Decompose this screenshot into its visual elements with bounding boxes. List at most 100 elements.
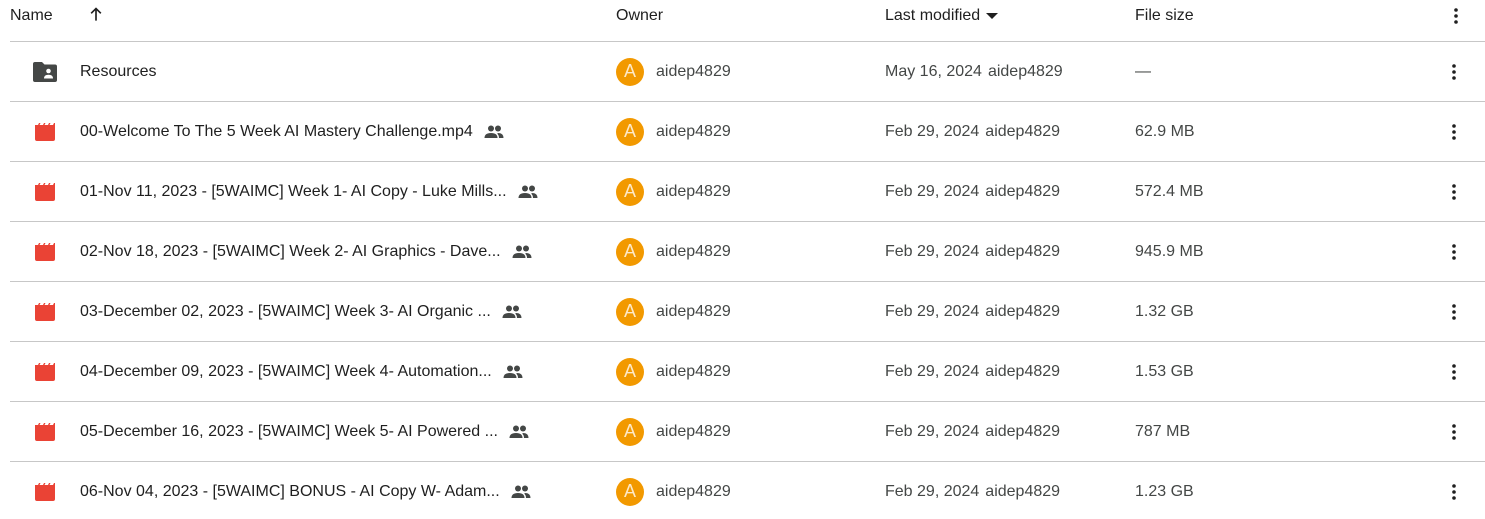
more-vert-icon[interactable] [1442,222,1466,281]
caret-down-icon [986,12,999,20]
avatar: A [616,357,644,386]
avatar: A [616,117,644,146]
modified-by: aidep4829 [985,302,1061,320]
owner-name: aidep4829 [656,362,731,380]
owner-cell: A aidep4829 [616,462,731,519]
file-list: Name Owner Last modified File size Resou… [0,0,1485,519]
column-header-last-modified[interactable]: Last modified [885,6,999,26]
more-vert-icon[interactable] [1442,162,1466,221]
column-header-file-size[interactable]: File size [1135,6,1194,26]
file-name-cell[interactable]: 06-Nov 04, 2023 - [5WAIMC] BONUS - AI Co… [80,462,600,519]
table-row[interactable]: 03-December 02, 2023 - [5WAIMC] Week 3- … [10,282,1485,342]
modified-by: aidep4829 [985,362,1061,380]
avatar: A [616,237,644,266]
owner-cell: A aidep4829 [616,282,731,341]
modified-by: aidep4829 [985,182,1061,200]
table-row[interactable]: 05-December 16, 2023 - [5WAIMC] Week 5- … [10,402,1485,462]
file-size: 945.9 MB [1135,242,1204,260]
last-modified-cell: Feb 29, 2024 aidep4829 [885,102,1060,161]
owner-name: aidep4829 [656,422,731,440]
modified-date: May 16, 2024 [885,62,982,80]
more-vert-icon[interactable] [1446,6,1466,26]
modified-date: Feb 29, 2024 [885,422,980,440]
last-modified-cell: May 16, 2024 aidep4829 [885,42,1063,101]
modified-by: aidep4829 [987,62,1063,80]
file-name-cell[interactable]: 04-December 09, 2023 - [5WAIMC] Week 4- … [80,342,600,401]
more-vert-icon[interactable] [1442,102,1466,161]
owner-cell: A aidep4829 [616,402,731,461]
more-vert-icon[interactable] [1442,42,1466,101]
avatar: A [616,297,644,326]
file-name-cell[interactable]: 01-Nov 11, 2023 - [5WAIMC] Week 1- AI Co… [80,162,600,221]
file-name: 03-December 02, 2023 - [5WAIMC] Week 3- … [80,302,491,320]
table-row[interactable]: 01-Nov 11, 2023 - [5WAIMC] Week 1- AI Co… [10,162,1485,222]
people-icon [501,301,523,323]
column-header-name[interactable]: Name [10,6,53,26]
shared-folder-icon [32,42,58,101]
file-name: 05-December 16, 2023 - [5WAIMC] Week 5- … [80,422,498,440]
video-file-icon [32,342,58,401]
file-name: 02-Nov 18, 2023 - [5WAIMC] Week 2- AI Gr… [80,242,501,260]
avatar: A [616,477,644,506]
more-vert-icon[interactable] [1442,282,1466,341]
people-icon [510,481,532,503]
table-row[interactable]: 02-Nov 18, 2023 - [5WAIMC] Week 2- AI Gr… [10,222,1485,282]
avatar: A [616,417,644,446]
owner-cell: A aidep4829 [616,342,731,401]
modified-date: Feb 29, 2024 [885,302,980,320]
avatar: A [616,177,644,206]
file-name: Resources [80,62,157,80]
more-vert-icon[interactable] [1442,342,1466,401]
file-size: 62.9 MB [1135,122,1195,140]
owner-name: aidep4829 [656,182,731,200]
table-row[interactable]: 04-December 09, 2023 - [5WAIMC] Week 4- … [10,342,1485,402]
column-header-owner[interactable]: Owner [616,6,663,26]
arrow-up-icon[interactable] [86,4,106,24]
modified-date: Feb 29, 2024 [885,482,980,500]
file-size: 1.23 GB [1135,482,1194,500]
table-row[interactable]: 00-Welcome To The 5 Week AI Mastery Chal… [10,102,1485,162]
last-modified-cell: Feb 29, 2024 aidep4829 [885,162,1060,221]
owner-cell: A aidep4829 [616,42,731,101]
avatar: A [616,57,644,86]
file-name-cell[interactable]: 05-December 16, 2023 - [5WAIMC] Week 5- … [80,402,600,461]
modified-by: aidep4829 [985,242,1061,260]
file-name-cell[interactable]: 02-Nov 18, 2023 - [5WAIMC] Week 2- AI Gr… [80,222,600,281]
modified-date: Feb 29, 2024 [885,122,980,140]
file-size: 572.4 MB [1135,182,1204,200]
more-vert-icon[interactable] [1442,462,1466,519]
video-file-icon [32,162,58,221]
last-modified-cell: Feb 29, 2024 aidep4829 [885,462,1060,519]
file-name-cell[interactable]: 03-December 02, 2023 - [5WAIMC] Week 3- … [80,282,600,341]
last-modified-cell: Feb 29, 2024 aidep4829 [885,402,1060,461]
file-size: 787 MB [1135,422,1191,440]
people-icon [502,361,524,383]
more-vert-icon[interactable] [1442,402,1466,461]
file-name-cell[interactable]: Resources [80,42,600,101]
owner-name: aidep4829 [656,242,731,260]
people-icon [483,121,505,143]
owner-name: aidep4829 [656,482,731,500]
column-header-last-modified-label: Last modified [885,7,981,24]
owner-cell: A aidep4829 [616,222,731,281]
file-name: 06-Nov 04, 2023 - [5WAIMC] BONUS - AI Co… [80,482,500,500]
table-row[interactable]: 06-Nov 04, 2023 - [5WAIMC] BONUS - AI Co… [10,462,1485,519]
owner-cell: A aidep4829 [616,102,731,161]
last-modified-cell: Feb 29, 2024 aidep4829 [885,342,1060,401]
file-name-cell[interactable]: 00-Welcome To The 5 Week AI Mastery Chal… [80,102,600,161]
video-file-icon [32,462,58,519]
file-size: — [1135,62,1151,80]
people-icon [517,181,539,203]
last-modified-cell: Feb 29, 2024 aidep4829 [885,282,1060,341]
last-modified-cell: Feb 29, 2024 aidep4829 [885,222,1060,281]
table-row[interactable]: Resources A aidep4829 May 16, 2024 aidep… [10,42,1485,102]
video-file-icon [32,282,58,341]
owner-cell: A aidep4829 [616,162,731,221]
modified-date: Feb 29, 2024 [885,182,980,200]
modified-date: Feb 29, 2024 [885,362,980,380]
video-file-icon [32,102,58,161]
modified-by: aidep4829 [985,482,1061,500]
file-list-body: Resources A aidep4829 May 16, 2024 aidep… [0,42,1485,519]
video-file-icon [32,402,58,461]
modified-by: aidep4829 [985,122,1061,140]
